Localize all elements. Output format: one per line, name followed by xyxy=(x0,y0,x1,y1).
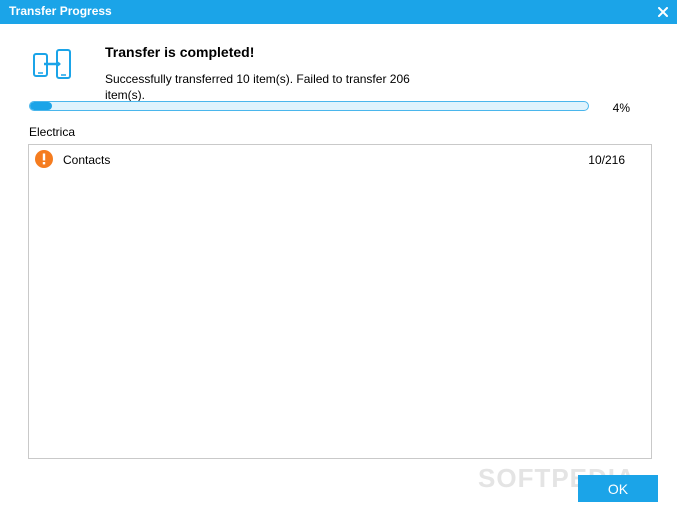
phone-transfer-icon xyxy=(33,49,71,79)
items-list[interactable]: Contacts 10/216 xyxy=(28,144,652,459)
close-button[interactable] xyxy=(649,0,677,24)
progress-fill xyxy=(30,102,53,110)
section-label: Electrica xyxy=(29,125,76,139)
item-name: Contacts xyxy=(63,153,111,167)
progress-percent: 4% xyxy=(612,101,630,115)
ok-button[interactable]: OK xyxy=(578,475,658,502)
item-count: 10/216 xyxy=(588,153,625,167)
warning-icon xyxy=(35,150,53,168)
window-title: Transfer Progress xyxy=(9,4,112,18)
progress-bar xyxy=(29,101,589,111)
status-detail: Successfully transferred 10 item(s). Fai… xyxy=(105,72,410,102)
close-icon xyxy=(658,7,668,17)
list-item[interactable]: Contacts 10/216 xyxy=(29,145,651,175)
title-bar: Transfer Progress xyxy=(0,0,677,24)
status-headline: Transfer is completed! xyxy=(105,44,255,60)
